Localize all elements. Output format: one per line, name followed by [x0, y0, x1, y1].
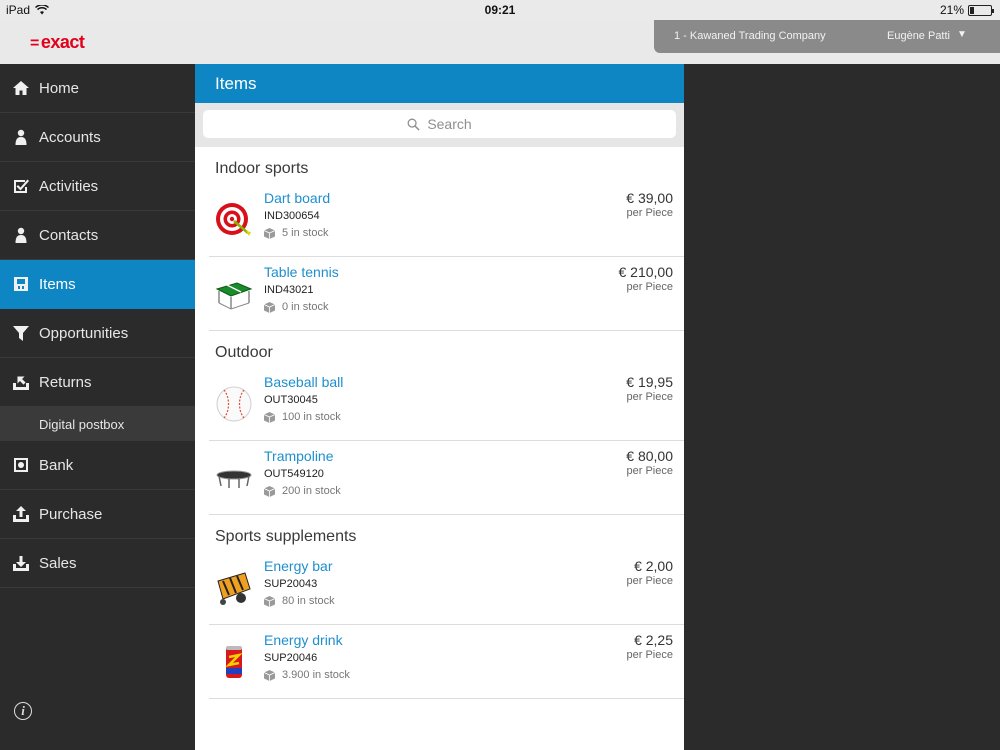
sidebar-item-sales[interactable]: Sales — [0, 539, 195, 588]
sidebar-item-home[interactable]: Home — [0, 64, 195, 113]
item-stock: 0 in stock — [282, 301, 329, 313]
search-input[interactable]: Search — [203, 110, 676, 138]
search-icon — [407, 118, 420, 131]
sidebar-item-items[interactable]: Items — [0, 260, 195, 309]
list-item[interactable]: Baseball ball OUT30045 100 in stock € 19… — [209, 367, 684, 441]
section-heading: Indoor sports — [215, 160, 309, 177]
list-item[interactable]: Energy drink SUP20046 3.900 in stock € 2… — [209, 625, 684, 699]
item-stock: 100 in stock — [282, 411, 341, 423]
battery-percent: 21% — [939, 3, 964, 17]
upload-icon — [11, 504, 31, 524]
item-price: € 39,00 — [626, 190, 673, 206]
sidebar-item-activities[interactable]: Activities — [0, 162, 195, 211]
search-placeholder: Search — [427, 116, 472, 132]
item-name[interactable]: Baseball ball — [264, 374, 343, 390]
sidebar-item-accounts[interactable]: Accounts — [0, 113, 195, 162]
list-item[interactable]: Energy bar SUP20043 80 in stock € 2,00 p… — [209, 551, 684, 625]
app-header: = exact 1 - Kawaned Trading Company Eugèn… — [0, 20, 1000, 64]
return-icon — [11, 372, 31, 392]
safe-icon — [11, 455, 31, 475]
item-icon — [11, 274, 31, 294]
item-unit: per Piece — [626, 391, 673, 403]
item-price: € 2,25 — [634, 632, 673, 648]
item-stock: 5 in stock — [282, 227, 329, 239]
detail-area — [684, 64, 1000, 750]
item-price: € 2,00 — [634, 558, 673, 574]
item-price: € 210,00 — [618, 264, 674, 280]
baseball-icon — [216, 386, 252, 422]
item-unit: per Piece — [626, 281, 673, 293]
item-name[interactable]: Table tennis — [264, 264, 339, 280]
item-name[interactable]: Energy bar — [264, 558, 332, 574]
dartboard-icon — [216, 203, 251, 236]
item-name[interactable]: Dart board — [264, 190, 330, 206]
item-unit: per Piece — [626, 207, 673, 219]
item-unit: per Piece — [626, 649, 673, 661]
item-code: SUP20046 — [264, 652, 318, 664]
stock-box-icon — [264, 595, 275, 607]
company-name[interactable]: 1 - Kawaned Trading Company — [674, 30, 826, 42]
checkbox-icon — [11, 176, 31, 196]
battery-icon — [968, 4, 994, 16]
stock-box-icon — [264, 411, 275, 423]
stock-box-icon — [264, 669, 275, 681]
item-stock: 3.900 in stock — [282, 669, 350, 681]
home-icon — [11, 78, 31, 98]
item-name[interactable]: Trampoline — [264, 448, 334, 464]
item-code: OUT549120 — [264, 468, 324, 480]
stock-box-icon — [264, 485, 275, 497]
clock: 09:21 — [484, 3, 516, 17]
download-icon — [11, 553, 31, 573]
item-code: IND43021 — [264, 284, 314, 296]
exact-logo[interactable]: = exact — [30, 32, 85, 53]
sidebar-item-bank[interactable]: Bank — [0, 441, 195, 490]
trampoline-icon — [216, 470, 252, 488]
item-code: SUP20043 — [264, 578, 318, 590]
item-code: IND300654 — [264, 210, 320, 222]
item-unit: per Piece — [626, 465, 673, 477]
items-panel: Items Search Indoor sports Dart board IN… — [195, 64, 684, 750]
info-icon[interactable]: i — [14, 702, 32, 720]
list-item[interactable]: Dart board IND300654 5 in stock € 39,00 … — [209, 183, 684, 257]
table-tennis-icon — [215, 282, 253, 310]
list-item[interactable]: Trampoline OUT549120 200 in stock € 80,0… — [209, 441, 684, 515]
dropdown-caret-icon[interactable]: ▼ — [957, 29, 967, 40]
item-code: OUT30045 — [264, 394, 318, 406]
funnel-icon — [11, 323, 31, 343]
sidebar-item-opportunities[interactable]: Opportunities — [0, 309, 195, 358]
item-stock: 200 in stock — [282, 485, 341, 497]
person-icon — [11, 225, 31, 245]
item-name[interactable]: Energy drink — [264, 632, 343, 648]
sidebar-item-purchase[interactable]: Purchase — [0, 490, 195, 539]
list-item[interactable]: Table tennis IND43021 0 in stock € 210,0… — [209, 257, 684, 331]
stock-box-icon — [264, 301, 275, 313]
sidebar-item-returns[interactable]: Returns — [0, 358, 195, 407]
status-bar: iPad 09:21 21% — [0, 0, 1000, 20]
energy-bar-icon — [217, 572, 251, 605]
person-icon — [11, 127, 31, 147]
company-selector[interactable]: 1 - Kawaned Trading Company Eugène Patti… — [654, 20, 1000, 53]
item-unit: per Piece — [626, 575, 673, 587]
section-heading: Outdoor — [215, 344, 273, 361]
energy-drink-icon — [225, 646, 243, 678]
item-price: € 80,00 — [626, 448, 673, 464]
sidebar-item-contacts[interactable]: Contacts — [0, 211, 195, 260]
user-name[interactable]: Eugène Patti — [887, 30, 950, 42]
stock-box-icon — [264, 227, 275, 239]
sidebar: Home Accounts Activities Contacts Items … — [0, 64, 195, 750]
item-stock: 80 in stock — [282, 595, 335, 607]
sidebar-item-digital-postbox[interactable]: Digital postbox — [0, 407, 195, 441]
section-heading: Sports supplements — [215, 528, 357, 545]
page-title: Items — [195, 64, 684, 103]
item-price: € 19,95 — [626, 374, 673, 390]
